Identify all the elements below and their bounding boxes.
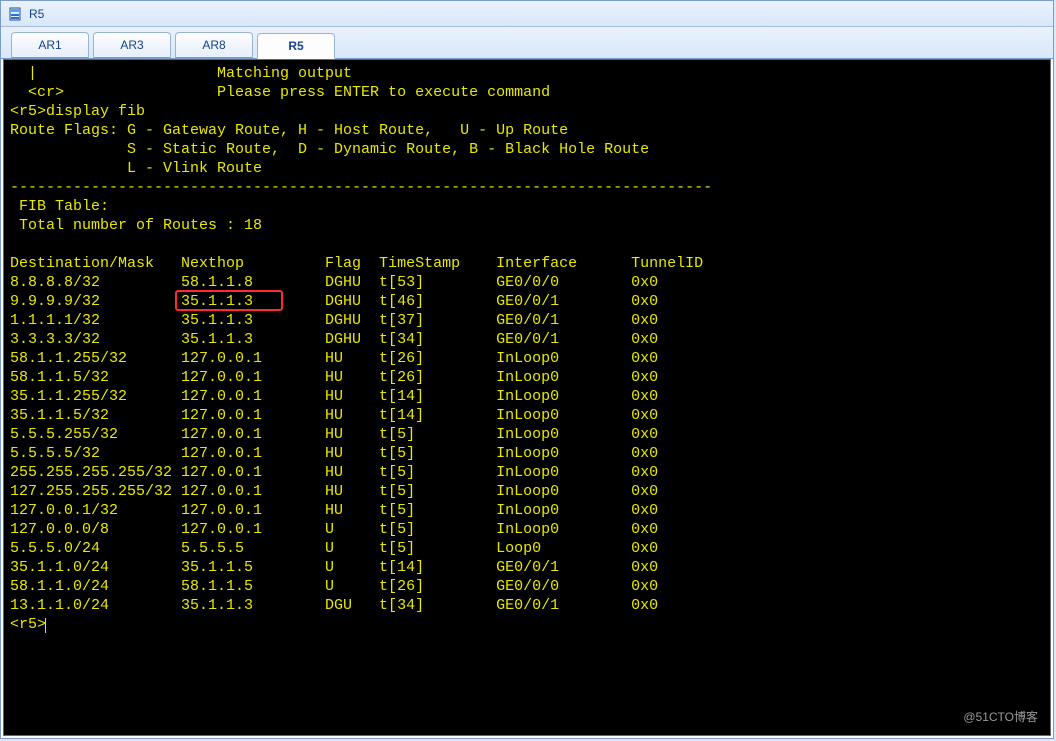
- tab-ar1[interactable]: AR1: [11, 32, 89, 58]
- title-bar[interactable]: R5: [1, 1, 1053, 27]
- terminal[interactable]: | Matching output <cr> Please press ENTE…: [4, 60, 1050, 735]
- watermark: @51CTO博客: [963, 708, 1038, 727]
- tab-ar8[interactable]: AR8: [175, 32, 253, 58]
- tab-strip: AR1AR3AR8R5: [1, 27, 1053, 59]
- terminal-wrap: | Matching output <cr> Please press ENTE…: [3, 59, 1051, 736]
- highlight-box: [175, 290, 283, 311]
- window-title: R5: [29, 7, 44, 21]
- app-icon: [7, 6, 23, 22]
- tab-r5[interactable]: R5: [257, 33, 335, 59]
- app-window: R5 AR1AR3AR8R5 | Matching output <cr> Pl…: [0, 0, 1054, 739]
- tab-ar3[interactable]: AR3: [93, 32, 171, 58]
